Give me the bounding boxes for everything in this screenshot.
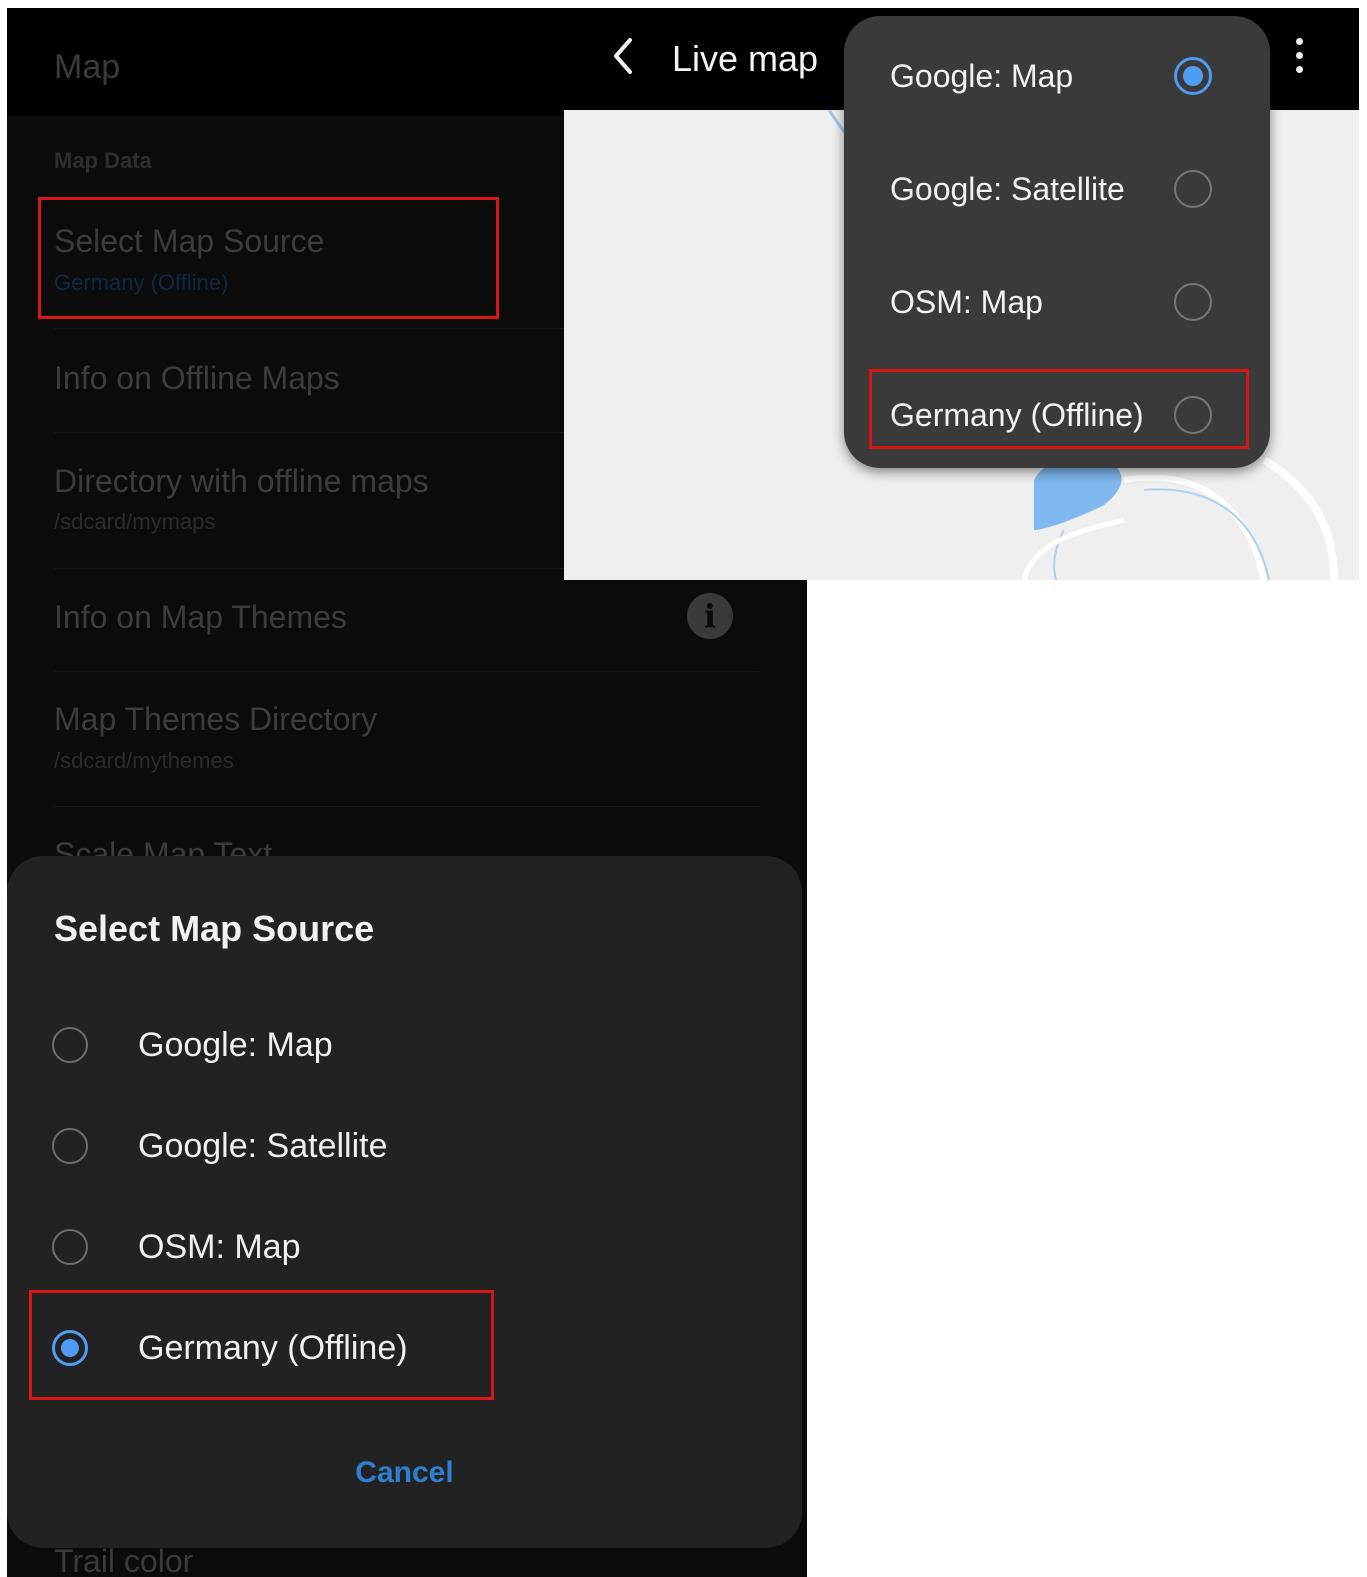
radio-button-selected-icon[interactable] [1174, 57, 1212, 95]
info-icon[interactable]: i [687, 593, 733, 639]
live-map-title: Live map [672, 38, 819, 79]
dialog-option-google-map[interactable]: Google: Map [7, 1002, 802, 1092]
select-map-source-dialog: Select Map Source Google: Map Google: Sa… [7, 856, 802, 1548]
dialog-option-google-satellite[interactable]: Google: Satellite [7, 1103, 802, 1193]
settings-page-title: Map [54, 48, 121, 86]
pref-trail-color[interactable]: Trail color [54, 1543, 193, 1577]
option-label: Google: Satellite [890, 171, 1125, 207]
highlight-box-popup [869, 369, 1249, 449]
option-label: Google: Satellite [138, 1127, 388, 1165]
radio-button-icon[interactable] [52, 1229, 88, 1265]
popup-option-google-map[interactable]: Google: Map [844, 16, 1270, 128]
divider [54, 806, 759, 807]
pref-offline-maps-directory-summary: /sdcard/mymaps [54, 509, 216, 534]
radio-button-icon[interactable] [1174, 283, 1212, 321]
divider [54, 671, 759, 672]
pref-map-themes-directory-summary: /sdcard/mythemes [54, 748, 234, 773]
pref-info-map-themes[interactable]: Info on Map Themes [54, 599, 347, 636]
option-label: OSM: Map [890, 284, 1043, 320]
highlight-box-settings [38, 197, 499, 319]
more-vert-icon[interactable] [1292, 38, 1308, 74]
dialog-option-osm-map[interactable]: OSM: Map [7, 1204, 802, 1294]
radio-button-icon[interactable] [52, 1027, 88, 1063]
radio-button-icon[interactable] [52, 1128, 88, 1164]
radio-button-icon[interactable] [1174, 170, 1212, 208]
pref-offline-maps-directory-title[interactable]: Directory with offline maps [54, 463, 429, 500]
back-arrow-icon[interactable] [604, 34, 644, 78]
option-label: Google: Map [890, 58, 1074, 94]
highlight-box-dialog [29, 1290, 494, 1400]
option-label: OSM: Map [138, 1228, 301, 1266]
pref-info-offline-maps[interactable]: Info on Offline Maps [54, 360, 340, 397]
cancel-button[interactable]: Cancel [7, 1456, 802, 1490]
category-map-data: Map Data [54, 148, 152, 173]
option-label: Google: Map [138, 1026, 333, 1064]
popup-option-google-satellite[interactable]: Google: Satellite [844, 129, 1270, 241]
map-source-popup-menu: Google: Map Google: Satellite OSM: Map G… [844, 16, 1270, 468]
dialog-title: Select Map Source [54, 908, 375, 949]
live-map-screen: Live map Google: Map Google: Satellite O… [564, 8, 1359, 580]
popup-option-osm-map[interactable]: OSM: Map [844, 242, 1270, 354]
pref-map-themes-directory-title[interactable]: Map Themes Directory [54, 701, 377, 738]
